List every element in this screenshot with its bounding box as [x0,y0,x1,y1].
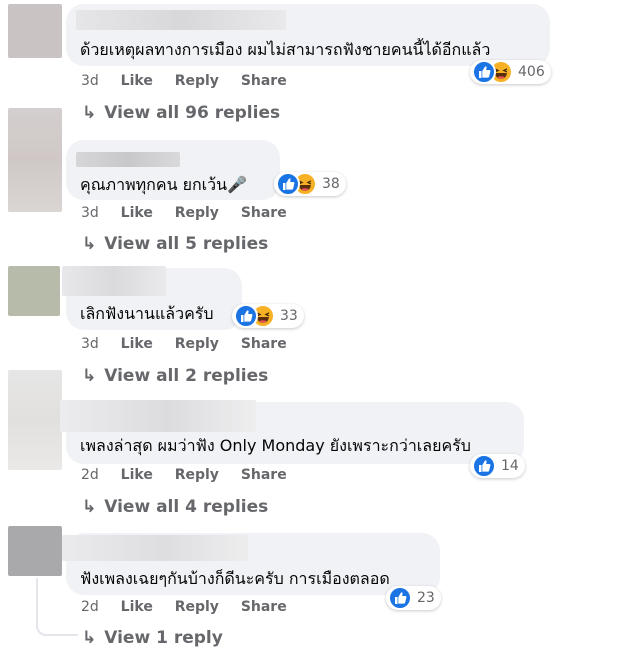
comment-actions: 2d Like Reply Share [81,599,304,615]
comment-timestamp[interactable]: 2d [81,599,99,615]
like-icon [472,454,496,478]
like-button[interactable]: Like [121,205,153,221]
comment-text: เพลงล่าสุด ผมว่าฟัง Only Monday ยังเพราะ… [80,436,471,455]
comment-text: ฟังเพลงเฉยๆกันบ้างก็ดีนะครับ การเมืองตลอ… [80,569,390,588]
like-button[interactable]: Like [121,73,153,89]
reply-arrow-icon: ↳ [82,497,97,517]
avatar[interactable] [8,526,62,576]
reaction-summary[interactable]: 33 [232,304,304,328]
share-button[interactable]: Share [241,467,287,483]
like-button[interactable]: Like [121,467,153,483]
reply-button[interactable]: Reply [175,73,219,89]
reply-button[interactable]: Reply [175,467,219,483]
comment-text: คุณภาพทุกคน ยกเว้น🎤 [80,175,247,194]
view-replies-link[interactable]: ↳ View all 4 replies [82,497,268,517]
avatar[interactable] [8,266,60,316]
reaction-count: 38 [322,176,340,192]
comment-actions: 2d Like Reply Share [81,467,304,483]
like-icon [276,172,300,196]
comment-actions: 3d Like Reply Share [81,205,304,221]
author-name-redacted[interactable] [62,535,248,561]
reaction-summary[interactable]: 14 [470,454,525,478]
like-icon [472,60,496,84]
like-button[interactable]: Like [121,599,153,615]
reply-arrow-icon: ↳ [82,103,97,123]
like-button[interactable]: Like [121,336,153,352]
share-button[interactable]: Share [241,336,287,352]
avatar[interactable] [8,370,62,470]
comment-timestamp[interactable]: 2d [81,467,99,483]
view-replies-link[interactable]: ↳ View 1 reply [82,628,223,648]
reaction-count: 23 [417,590,435,606]
reply-button[interactable]: Reply [175,599,219,615]
comment-bubble: เลิกฟังนานแล้วครับ [62,266,242,330]
reaction-summary[interactable]: 23 [386,586,441,610]
share-button[interactable]: Share [241,205,287,221]
view-replies-label: View all 96 replies [104,103,281,123]
avatar[interactable] [8,4,62,58]
reaction-summary[interactable]: 406 [470,60,551,84]
comment-timestamp[interactable]: 3d [81,73,99,89]
reply-arrow-icon: ↳ [82,628,97,648]
comment-actions: 3d Like Reply Share [81,336,304,352]
reaction-count: 33 [280,308,298,324]
comment-text: ด้วยเหตุผลทางการเมือง ผมไม่สามารถฟังชายค… [80,40,491,59]
comment-bubble: คุณภาพทุกคน ยกเว้น🎤 [66,140,280,200]
author-name-redacted[interactable] [76,152,180,167]
reaction-count: 14 [501,458,519,474]
comment-text: เลิกฟังนานแล้วครับ [80,304,214,323]
comment-bubble: เพลงล่าสุด ผมว่าฟัง Only Monday ยังเพราะ… [60,400,524,464]
comment-timestamp[interactable]: 3d [81,205,99,221]
share-button[interactable]: Share [241,73,287,89]
view-replies-link[interactable]: ↳ View all 5 replies [82,234,268,254]
share-button[interactable]: Share [241,599,287,615]
avatar[interactable] [8,108,62,212]
author-name-redacted[interactable] [60,400,256,432]
comment-bubble: ฟังเพลงเฉยๆกันบ้างก็ดีนะครับ การเมืองตลอ… [62,533,440,595]
reply-button[interactable]: Reply [175,205,219,221]
reply-arrow-icon: ↳ [82,366,97,386]
view-replies-label: View all 4 replies [104,497,269,517]
reply-arrow-icon: ↳ [82,234,97,254]
author-name-redacted[interactable] [62,266,166,296]
comment-actions: 3d Like Reply Share [81,73,304,89]
like-icon [234,304,258,328]
view-replies-label: View all 5 replies [104,234,269,254]
like-icon [388,586,412,610]
comment-timestamp[interactable]: 3d [81,336,99,352]
reaction-summary[interactable]: 38 [274,172,346,196]
reply-button[interactable]: Reply [175,336,219,352]
comment-bubble: ด้วยเหตุผลทางการเมือง ผมไม่สามารถฟังชายค… [66,4,550,66]
view-replies-label: View 1 reply [104,628,223,648]
view-replies-link[interactable]: ↳ View all 2 replies [82,366,268,386]
author-name-redacted[interactable] [76,10,286,30]
reaction-count: 406 [518,64,545,80]
view-replies-link[interactable]: ↳ View all 96 replies [82,103,280,123]
view-replies-label: View all 2 replies [104,366,269,386]
